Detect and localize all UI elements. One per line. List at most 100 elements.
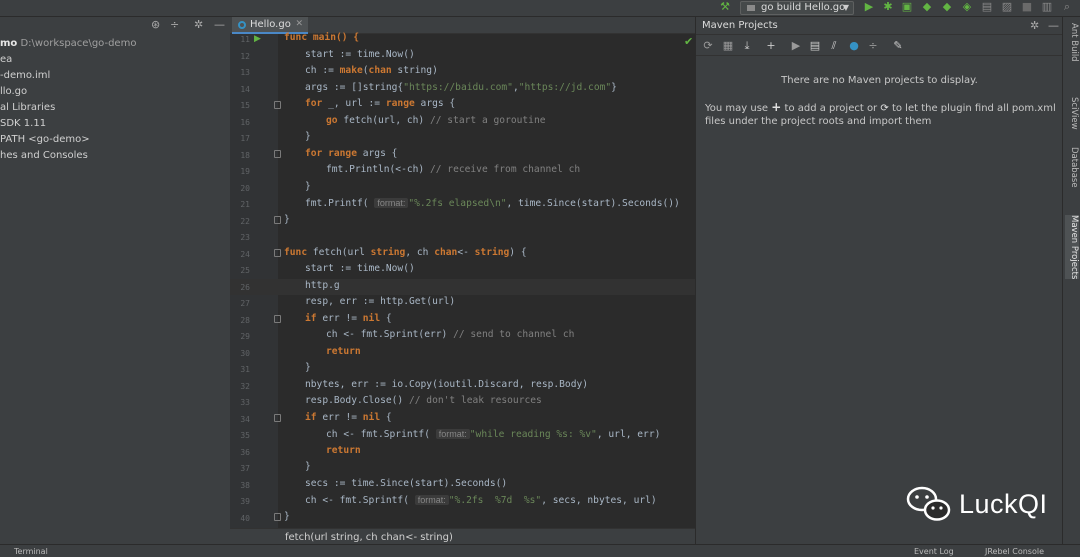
current-line-highlight	[230, 279, 695, 295]
tree-item-gopath[interactable]: PATH <go-demo>	[0, 132, 90, 148]
code-line: fmt.Printf( format: "%.2fs elapsed\n", ti…	[305, 198, 680, 209]
param-hint: format:	[414, 495, 449, 505]
tree-item-hello-go[interactable]: llo.go	[0, 84, 27, 100]
jrebel-console-button[interactable]: JRebel Console	[985, 545, 1044, 557]
fold-marker[interactable]	[274, 414, 281, 422]
hide-icon[interactable]: —	[214, 18, 225, 31]
line-number: 24	[240, 249, 250, 259]
code-line: ch := make(chan string)	[305, 65, 438, 76]
param-hint: format:	[374, 198, 409, 208]
gear-icon[interactable]: ✲	[1030, 17, 1039, 35]
fold-marker[interactable]	[274, 249, 281, 257]
line-number: 17	[240, 134, 250, 143]
attach-icon[interactable]: ◈	[960, 0, 974, 14]
profile-alt-icon[interactable]: ◆	[940, 0, 954, 14]
code-line: }	[284, 510, 290, 522]
gear-icon[interactable]: ✲	[194, 18, 203, 31]
download-icon[interactable]: ⤓	[740, 39, 754, 53]
wrench-icon[interactable]: ✎	[891, 39, 905, 52]
tree-item-go-sdk[interactable]: SDK 1.11	[0, 116, 46, 132]
line-number: 29	[240, 332, 250, 341]
target-icon[interactable]: ⊛	[151, 18, 160, 31]
debug-icon[interactable]: ✱	[881, 0, 895, 14]
code-line: start := time.Now()	[305, 48, 415, 60]
code-line: if err != nil {	[305, 312, 392, 324]
reload-icon[interactable]: ▤	[980, 0, 994, 14]
run-icon[interactable]: ▶	[789, 39, 803, 52]
code-line: go fetch(url, ch) // start a goroutine	[326, 114, 546, 126]
tree-item-scratches[interactable]: hes and Consoles	[0, 148, 88, 164]
line-number: 12	[240, 51, 250, 61]
reimport-icon[interactable]: ⟳	[701, 39, 715, 52]
run-icon[interactable]: ▶	[862, 0, 876, 14]
line-number: 30	[240, 348, 250, 358]
fold-marker[interactable]	[274, 101, 281, 109]
line-number: 27	[240, 299, 250, 308]
code-line: if err != nil {	[305, 411, 392, 423]
layout-icon[interactable]: ▥	[1040, 0, 1054, 14]
code-line: }	[305, 131, 311, 142]
maven-empty-message: There are no Maven projects to display.	[781, 75, 978, 86]
toggle-offline-icon[interactable]: ⫽	[827, 39, 841, 53]
more-icon[interactable]: ▨	[1000, 0, 1014, 14]
line-number: 15	[240, 101, 250, 110]
code-line: fmt.Println(<-ch) // receive from channe…	[326, 164, 581, 175]
line-number: 28	[240, 315, 250, 325]
tree-item-iml[interactable]: -demo.iml	[0, 68, 50, 84]
terminal-button[interactable]: Terminal	[14, 545, 48, 557]
code-line: ch <- fmt.Sprintf( format: "while reading…	[326, 429, 661, 440]
line-number: 33	[240, 398, 250, 407]
tab-database[interactable]: Database	[1065, 147, 1079, 188]
watermark: LuckQI	[905, 484, 1048, 524]
code-line: args := []string{"https://baidu.com","ht…	[305, 81, 617, 93]
tree-item-external-libraries[interactable]: al Libraries	[0, 100, 55, 116]
event-log-button[interactable]: Event Log	[914, 545, 954, 557]
collapse-icon[interactable]: ÷	[170, 18, 179, 31]
tab-ant-build[interactable]: Ant Build	[1065, 23, 1079, 62]
hammer-icon[interactable]: ⚒	[718, 0, 732, 14]
skip-tests-icon[interactable]: ●	[847, 39, 861, 52]
run-config-label: go build Hello.go	[761, 2, 846, 13]
inspection-ok-icon: ✔	[684, 35, 694, 48]
tab-sciview[interactable]: SciView	[1065, 97, 1079, 130]
collapse-icon[interactable]: ÷	[866, 39, 880, 52]
profile-icon[interactable]: ◆	[920, 0, 934, 14]
stop-icon[interactable]: ■	[1020, 0, 1034, 14]
coverage-icon[interactable]: ▣	[900, 0, 914, 14]
tree-item-idea[interactable]: ea	[0, 52, 12, 68]
execute-goal-icon[interactable]: ▤	[808, 39, 822, 52]
hide-icon[interactable]: —	[1048, 17, 1059, 35]
project-panel-header: ⊛ ÷ ✲ —	[0, 17, 230, 33]
line-number: 21	[240, 200, 250, 209]
run-gutter-icon[interactable]: ▶	[254, 34, 261, 44]
refresh-icon[interactable]: ⟳	[880, 103, 888, 114]
tab-label: Hello.go	[250, 19, 291, 30]
line-number: 22	[240, 216, 250, 226]
tab-maven-projects[interactable]: Maven Projects	[1065, 215, 1079, 280]
code-line: }	[305, 180, 311, 192]
generate-sources-icon[interactable]: ▦	[721, 39, 735, 52]
line-number: 32	[240, 381, 250, 391]
project-panel: ⊛ ÷ ✲ — mo D:\workspace\go-demo ea -demo…	[0, 17, 230, 544]
line-number: 40	[240, 513, 250, 523]
code-line: for range args {	[305, 147, 398, 159]
search-icon[interactable]: ⌕	[1060, 0, 1074, 14]
maven-panel-title: Maven Projects	[702, 20, 778, 31]
fold-marker[interactable]	[274, 150, 281, 158]
add-icon[interactable]: +	[771, 100, 781, 114]
run-config-dropdown[interactable]: go build Hello.go ▼	[740, 1, 854, 15]
fold-marker[interactable]	[274, 216, 281, 224]
chevron-down-icon: ▼	[842, 3, 849, 12]
watermark-text: LuckQI	[959, 488, 1048, 519]
code-line: resp.Body.Close() // don't leak resource…	[305, 395, 542, 406]
code-line: nbytes, err := io.Copy(ioutil.Discard, r…	[305, 378, 589, 390]
add-icon[interactable]: +	[764, 39, 778, 52]
code-line: resp, err := http.Get(url)	[305, 296, 456, 307]
go-file-icon	[747, 5, 755, 11]
line-number: 38	[240, 480, 250, 490]
fold-marker[interactable]	[274, 315, 281, 323]
wechat-logo-icon	[905, 484, 953, 524]
tree-item-project-root[interactable]: mo D:\workspace\go-demo	[0, 36, 136, 52]
code-line: secs := time.Since(start).Seconds()	[305, 477, 508, 489]
fold-marker[interactable]	[274, 513, 281, 521]
